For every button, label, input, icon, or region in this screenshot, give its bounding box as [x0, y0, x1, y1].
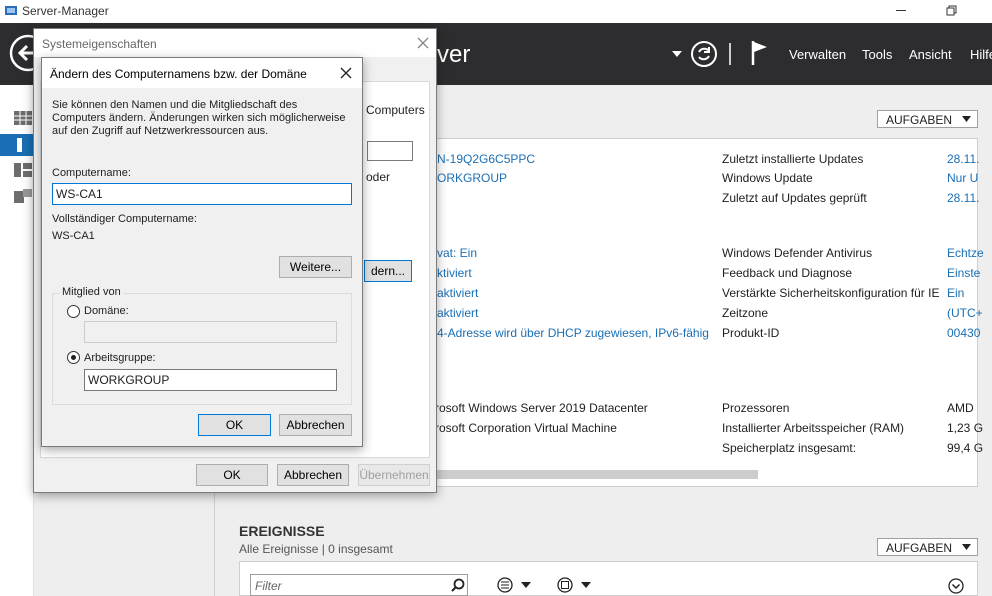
- prop-label-processors: Prozessoren: [722, 401, 790, 415]
- windows-update-link[interactable]: Nur U: [947, 171, 978, 185]
- dropdown-arrow-icon[interactable]: [672, 51, 682, 57]
- partial-or-text: oder: [366, 170, 391, 184]
- remote-desktop-link[interactable]: aktiviert: [437, 286, 478, 300]
- system-ok-button[interactable]: OK: [196, 464, 268, 486]
- ram-value: 1,23 G: [947, 421, 984, 435]
- computer-name-link[interactable]: N-19Q2G6C5PPC: [437, 152, 535, 166]
- prop-label-defender: Windows Defender Antivirus: [722, 246, 873, 260]
- dashboard-icon[interactable]: [14, 111, 32, 125]
- events-subtitle: Alle Ereignisse | 0 insgesamt: [239, 542, 393, 556]
- expand-circle-icon[interactable]: [948, 578, 964, 594]
- events-title: EREIGNISSE: [239, 523, 325, 539]
- prop-label-feedback: Feedback und Diagnose: [722, 266, 853, 280]
- computer-name-titlebar: Ändern des Computernamens bzw. der Domän…: [42, 58, 362, 88]
- full-computer-name-value: WS-CA1: [52, 230, 95, 242]
- workgroup-link[interactable]: ORKGROUP: [437, 171, 507, 185]
- remote-management-link[interactable]: ktiviert: [437, 266, 472, 280]
- ie-security-link[interactable]: Ein: [947, 286, 964, 300]
- menu-tools[interactable]: Tools: [862, 47, 892, 62]
- header-separator: [729, 43, 731, 65]
- prop-label-ie-security: Verstärkte Sicherheitskonfiguration für …: [722, 286, 940, 300]
- workgroup-radio[interactable]: [67, 351, 80, 364]
- computer-name-input[interactable]: WS-CA1: [52, 183, 352, 205]
- rename-cancel-button[interactable]: Abbrechen: [279, 414, 352, 436]
- firewall-link[interactable]: vat: Ein: [437, 246, 477, 260]
- server-manager-sidebar: [0, 85, 34, 596]
- server-manager-titlebar: Server-Manager: [0, 0, 992, 23]
- prop-label-product-id: Produkt-ID: [722, 326, 780, 340]
- tasks-dropdown-events[interactable]: AUFGABEN: [877, 538, 978, 556]
- system-apply-button: Übernehmen: [358, 464, 430, 486]
- member-of-label: Mitglied von: [60, 286, 123, 298]
- window-title: Server-Manager: [22, 4, 109, 18]
- full-computer-name-label: Vollständiger Computername:: [52, 213, 197, 225]
- rename-description: Sie können den Namen und die Mitgliedsch…: [52, 99, 346, 137]
- domain-input: [84, 321, 337, 343]
- hardware-value: crosoft Corporation Virtual Machine: [429, 421, 617, 435]
- refresh-icon[interactable]: [690, 40, 718, 68]
- events-filter-box[interactable]: Filter: [250, 574, 468, 596]
- server-manager-icon: [5, 6, 17, 15]
- defender-link[interactable]: Echtze: [947, 246, 984, 260]
- prop-label-ram: Installierter Arbeitsspeicher (RAM): [722, 421, 905, 435]
- prop-label-timezone: Zeitzone: [722, 306, 769, 320]
- all-servers-icon[interactable]: [14, 163, 32, 177]
- partial-description-field[interactable]: [367, 141, 413, 161]
- os-version-value: crosoft Windows Server 2019 Datacenter: [429, 401, 648, 415]
- chevron-down-icon: [962, 544, 971, 550]
- filter-placeholder: Filter: [255, 579, 282, 593]
- disk-value: 99,4 G: [947, 441, 984, 455]
- more-button[interactable]: Weitere...: [279, 256, 352, 278]
- restore-icon[interactable]: [946, 5, 958, 17]
- workgroup-label: Arbeitsgruppe:: [84, 352, 156, 364]
- computer-name-dialog-title: Ändern des Computernamens bzw. der Domän…: [50, 67, 307, 81]
- save-query-icon[interactable]: [557, 577, 595, 593]
- nic-teaming-link[interactable]: aktiviert: [437, 306, 478, 320]
- menu-verwalten[interactable]: Verwalten: [789, 47, 846, 62]
- rename-ok-button[interactable]: OK: [198, 414, 271, 436]
- chevron-down-icon: [962, 116, 971, 122]
- list-options-icon[interactable]: [497, 577, 535, 593]
- domain-radio[interactable]: [67, 305, 80, 318]
- system-properties-title: Systemeigenschaften: [42, 37, 157, 51]
- prop-label-disk: Speicherplatz insgesamt:: [722, 441, 857, 455]
- domain-label: Domäne:: [84, 305, 129, 317]
- ethernet-link[interactable]: 4-Adresse wird über DHCP zugewiesen, IPv…: [437, 326, 709, 340]
- menu-hilfe[interactable]: Hilfe: [970, 47, 992, 62]
- prop-label-last-check: Zuletzt auf Updates geprüft: [722, 191, 867, 205]
- flag-icon[interactable]: [750, 39, 770, 67]
- last-updates-link[interactable]: 28.11.: [947, 152, 979, 166]
- sidebar-item-local-server[interactable]: [0, 134, 34, 156]
- tasks-label: AUFGABEN: [886, 113, 953, 127]
- feedback-link[interactable]: Einste: [947, 266, 980, 280]
- close-icon[interactable]: [417, 37, 429, 49]
- system-cancel-button[interactable]: Abbrechen: [277, 464, 349, 486]
- header-title-fragment: ver: [437, 41, 471, 68]
- tasks-dropdown-properties[interactable]: AUFGABEN: [877, 110, 978, 128]
- computer-name-dialog: Ändern des Computernamens bzw. der Domän…: [41, 57, 363, 447]
- file-storage-icon[interactable]: [14, 189, 32, 203]
- partial-description-text: Computers: [366, 103, 425, 117]
- workgroup-input[interactable]: WORKGROUP: [84, 369, 337, 391]
- tasks-label: AUFGABEN: [886, 541, 953, 555]
- minimize-icon[interactable]: [896, 10, 906, 11]
- system-properties-titlebar: Systemeigenschaften: [34, 29, 436, 57]
- change-button[interactable]: dern...: [364, 260, 412, 282]
- info-icon: [17, 138, 22, 152]
- processors-value: AMD: [947, 401, 974, 415]
- timezone-link[interactable]: (UTC+: [947, 306, 983, 320]
- computer-name-label: Computername:: [52, 167, 131, 179]
- close-icon[interactable]: [340, 67, 352, 79]
- search-icon[interactable]: [451, 578, 465, 592]
- prop-label-windows-update: Windows Update: [722, 171, 813, 185]
- last-check-link[interactable]: 28.11.: [947, 191, 979, 205]
- menu-ansicht[interactable]: Ansicht: [909, 47, 952, 62]
- prop-label-last-updates: Zuletzt installierte Updates: [722, 152, 864, 166]
- product-id-link[interactable]: 00430: [947, 326, 980, 340]
